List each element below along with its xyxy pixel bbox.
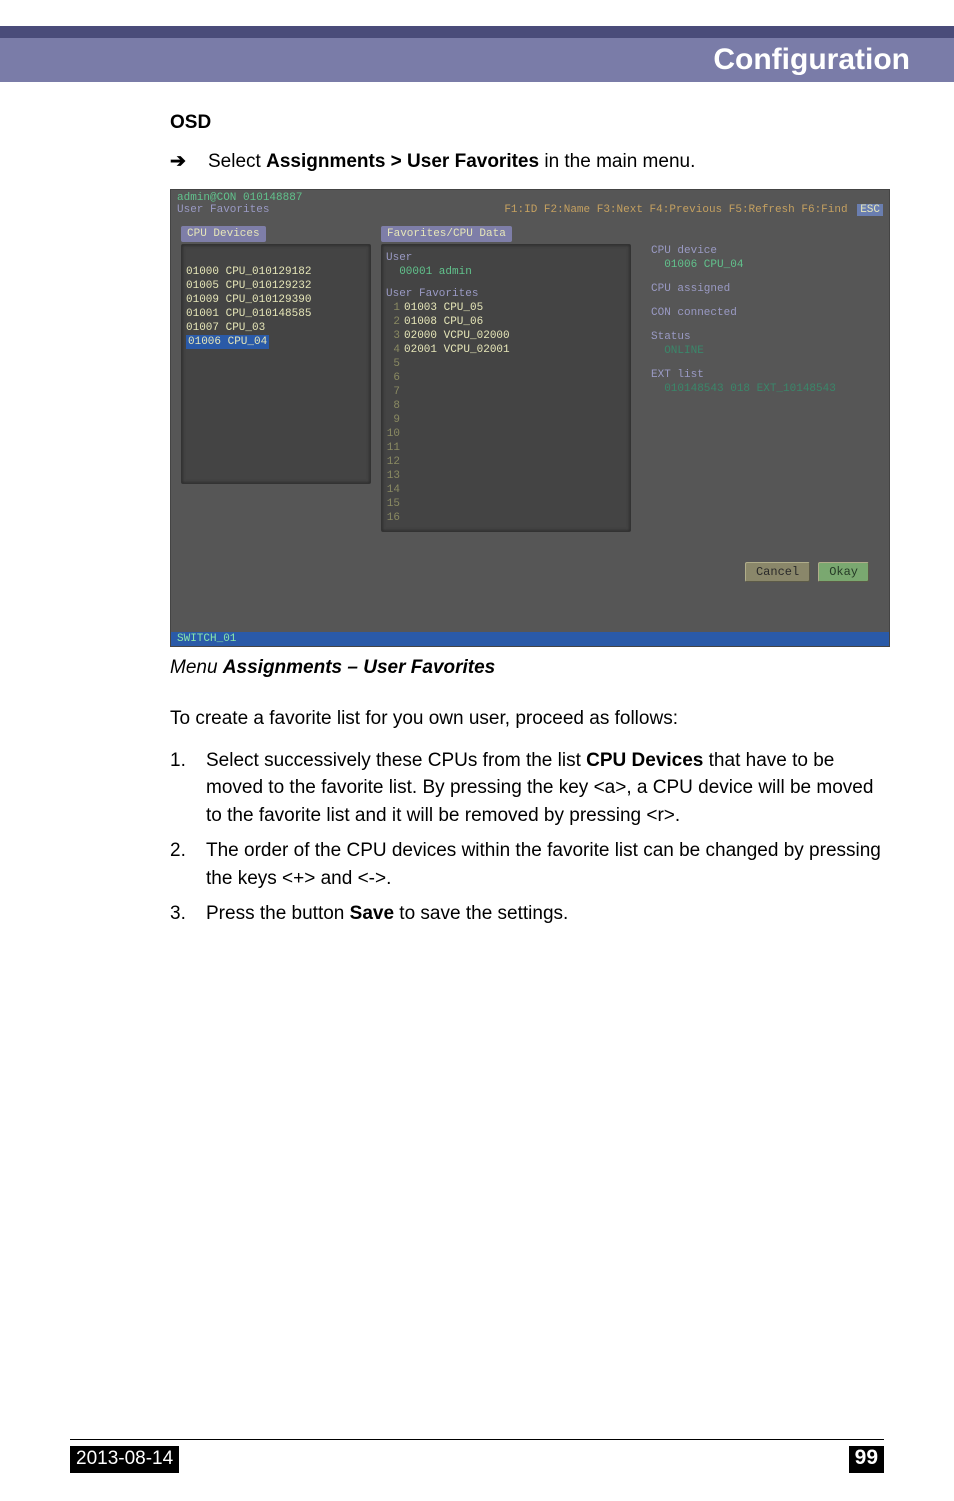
cpu-devices-list[interactable]: 01000 CPU_010129182 01005 CPU_010129232 … [181,244,371,484]
status-value: ONLINE [651,344,879,358]
fav-slot[interactable]: 302000 VCPU_02000 [386,329,626,343]
cpu-device-value: 01006 CPU_04 [651,258,879,272]
fav-slot[interactable]: 15 [386,497,626,511]
fav-slot[interactable]: 13 [386,469,626,483]
page-title: Configuration [713,43,910,77]
fav-slot[interactable]: 402001 VCPU_02001 [386,343,626,357]
page-footer: 2013-08-14 99 [70,1439,884,1473]
figure-caption: Menu Assignments – User Favorites [170,657,884,679]
fav-slot[interactable]: 16 [386,511,626,525]
fav-slot[interactable]: 7 [386,385,626,399]
user-favorites-label: User Favorites [386,287,626,301]
fav-slot[interactable]: 5 [386,357,626,371]
fav-slot[interactable]: 101003 CPU_05 [386,301,626,315]
list-item[interactable]: 01000 CPU_010129182 [186,265,366,279]
ext-list-label: EXT list [651,368,879,382]
step-1: 1. Select successively these CPUs from t… [170,747,884,830]
instruction-line: ➔ Select Assignments > User Favorites in… [170,150,884,173]
cpu-device-label: CPU device [651,244,879,258]
list-item[interactable]: 01005 CPU_010129232 [186,279,366,293]
fav-slot[interactable]: 10 [386,427,626,441]
cpu-assigned-label: CPU assigned [651,282,879,296]
user-value: 00001 admin [386,265,626,279]
arrow-icon: ➔ [170,150,190,173]
fav-slot[interactable]: 8 [386,399,626,413]
okay-button[interactable]: Okay [818,562,869,582]
footer-date: 2013-08-14 [70,1446,179,1473]
cpu-devices-title: CPU Devices [181,226,266,242]
fav-slot[interactable]: 11 [386,441,626,455]
intro-paragraph: To create a favorite list for you own us… [170,705,884,733]
fav-slot[interactable]: 12 [386,455,626,469]
fav-slot[interactable]: 201008 CPU_06 [386,315,626,329]
osd-screenshot: admin@CON 010148887 User Favorites F1:ID… [170,189,890,647]
osd-esc[interactable]: ESC [857,204,883,216]
con-connected-label: CON connected [651,306,879,320]
fav-slot[interactable]: 6 [386,371,626,385]
list-item[interactable]: 01009 CPU_010129390 [186,293,366,307]
fav-slot[interactable]: 14 [386,483,626,497]
fav-slot[interactable]: 9 [386,413,626,427]
user-label: User [386,251,626,265]
instruction-suffix: in the main menu. [539,151,695,172]
footer-page-number: 99 [849,1446,884,1473]
ext-list-value: 010148543 018 EXT_10148543 [651,382,879,396]
osd-admin-line: admin@CON 010148887 [171,190,889,204]
details-panel: CPU device 01006 CPU_04 CPU assigned CON… [641,226,879,532]
list-item-selected[interactable]: 01006 CPU_04 [186,335,269,349]
cancel-button[interactable]: Cancel [745,562,810,582]
step-3: 3. Press the button Save to save the set… [170,900,884,928]
instruction-bold: Assignments > User Favorites [266,151,539,172]
favorites-panel: User 00001 admin User Favorites 101003 C… [381,244,631,532]
step-2: 2. The order of the CPU devices within t… [170,837,884,892]
osd-heading: OSD [170,112,884,134]
osd-breadcrumb: User Favorites [177,204,269,216]
page-header: Configuration [0,26,954,82]
osd-footer-switch: SWITCH_01 [171,632,889,646]
list-item[interactable]: 01007 CPU_03 [186,321,366,335]
favorites-title: Favorites/CPU Data [381,226,512,242]
osd-fkeys[interactable]: F1:ID F2:Name F3:Next F4:Previous F5:Ref… [504,204,847,216]
list-item[interactable]: 01001 CPU_010148585 [186,307,366,321]
status-label: Status [651,330,879,344]
instruction-prefix: Select [208,151,266,172]
